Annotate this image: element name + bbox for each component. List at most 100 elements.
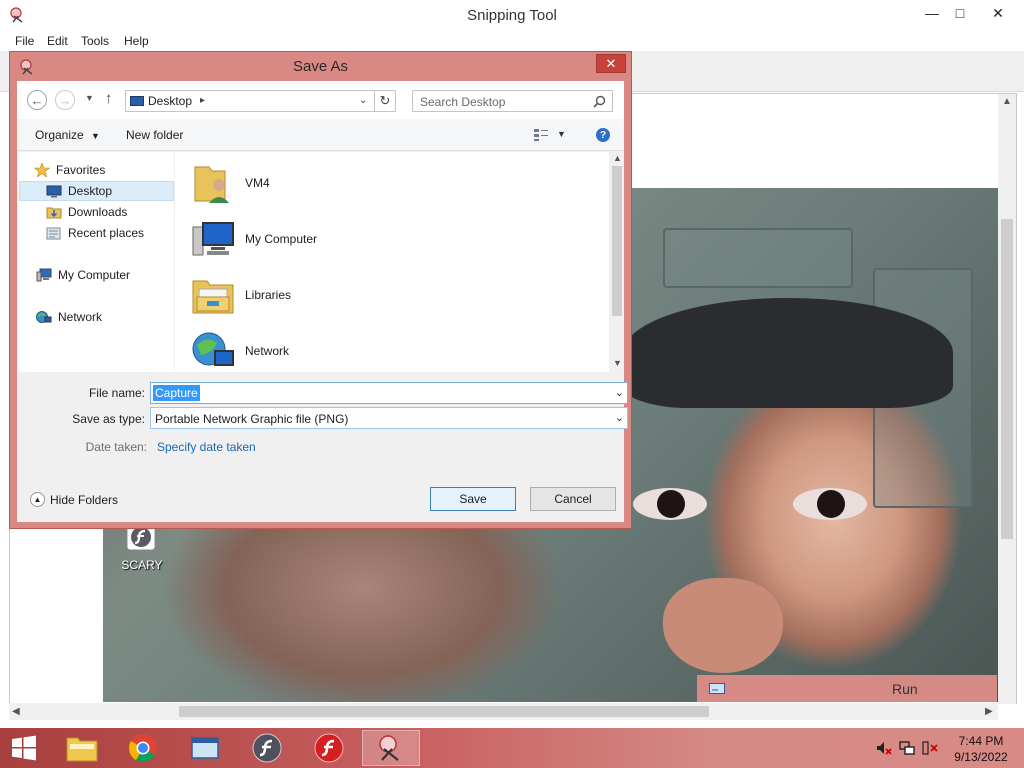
- specify-date-link[interactable]: Specify date taken: [157, 440, 256, 454]
- start-button[interactable]: [0, 730, 48, 766]
- file-list-scrollbar[interactable]: ▲ ▼: [610, 152, 624, 372]
- scroll-up-icon[interactable]: ▲: [613, 153, 622, 163]
- menu-help[interactable]: Help: [124, 34, 149, 48]
- computer-icon: [36, 268, 52, 282]
- snipping-tool-icon: [379, 735, 399, 761]
- scroll-up-icon[interactable]: ▲: [1002, 96, 1012, 107]
- chevron-up-icon: ▲: [30, 492, 45, 507]
- list-item-vm4[interactable]: VM4: [191, 158, 270, 208]
- libraries-icon: [191, 273, 235, 317]
- hair-shape: [623, 298, 953, 408]
- save-type-dropdown-icon[interactable]: ⌄: [615, 411, 624, 424]
- list-item-my-computer[interactable]: My Computer: [191, 214, 317, 264]
- minimize-icon[interactable]: —: [917, 2, 947, 24]
- search-input[interactable]: Search Desktop: [412, 90, 613, 112]
- file-list: VM4 My Computer Libraries Network: [175, 152, 609, 372]
- tree-item-network[interactable]: Network: [36, 307, 102, 327]
- file-name-field[interactable]: Capture ⌄: [150, 382, 628, 404]
- view-chevron-icon[interactable]: ▼: [557, 129, 566, 139]
- user-folder-icon: [191, 161, 235, 205]
- tree-item-my-computer[interactable]: My Computer: [36, 265, 130, 285]
- address-location[interactable]: Desktop: [148, 94, 192, 108]
- maximize-icon[interactable]: □: [945, 2, 975, 24]
- file-name-label: File name:: [88, 386, 145, 400]
- computer-icon: [191, 217, 235, 261]
- network-icon: [191, 329, 235, 372]
- arrow-right-icon: →: [58, 92, 72, 108]
- scroll-left-icon[interactable]: ◀: [12, 706, 20, 717]
- run-bar[interactable]: [697, 675, 997, 702]
- scroll-down-icon[interactable]: ▼: [613, 358, 622, 368]
- taskbar-flash-player[interactable]: [238, 730, 296, 766]
- recent-locations-chevron-icon[interactable]: ▼: [85, 93, 94, 103]
- refresh-button[interactable]: ↻: [374, 90, 396, 112]
- save-button[interactable]: Save: [430, 487, 516, 511]
- save-as-dialog: Save As ✕ ← → ▼ ↑ Desktop ▸ ⌄ ↻ Search D…: [9, 51, 632, 529]
- address-bar[interactable]: Desktop ▸ ⌄: [125, 90, 375, 112]
- horizontal-scrollbar[interactable]: ◀ ▶: [9, 703, 998, 720]
- arrow-left-icon: ←: [30, 92, 44, 108]
- vertical-scrollbar[interactable]: ▲: [998, 94, 1016, 704]
- tree-item-downloads[interactable]: Downloads: [46, 202, 127, 222]
- file-name-dropdown-icon[interactable]: ⌄: [615, 386, 624, 399]
- flash-player-icon: [252, 733, 282, 763]
- save-type-value: Portable Network Graphic file (PNG): [155, 412, 349, 426]
- tree-item-desktop[interactable]: Desktop: [19, 181, 174, 201]
- tree-label: My Computer: [58, 268, 131, 282]
- vertical-scroll-thumb[interactable]: [1001, 219, 1013, 539]
- menu-edit[interactable]: Edit: [47, 34, 68, 48]
- scroll-right-icon[interactable]: ▶: [985, 706, 993, 717]
- list-item-network[interactable]: Network: [191, 326, 289, 372]
- forward-button[interactable]: →: [55, 90, 75, 110]
- close-icon[interactable]: ✕: [983, 2, 1013, 24]
- back-button[interactable]: ←: [27, 90, 47, 110]
- file-name-value[interactable]: Capture: [153, 385, 200, 401]
- taskbar-flash[interactable]: [300, 730, 358, 766]
- recent-places-icon: [46, 226, 62, 240]
- dialog-close-button[interactable]: ✕: [596, 54, 626, 73]
- menu-file[interactable]: File: [15, 34, 34, 48]
- search-icon[interactable]: [593, 95, 606, 108]
- right-eye: [793, 488, 867, 520]
- dialog-title: Save As: [292, 58, 349, 75]
- taskbar-clock[interactable]: 7:44 PM 9/13/2022: [946, 733, 1016, 765]
- help-icon[interactable]: ?: [596, 128, 610, 142]
- item-label: Libraries: [245, 288, 292, 302]
- breadcrumb-chevron-icon[interactable]: ▸: [200, 95, 205, 106]
- new-folder-button[interactable]: New folder: [126, 128, 183, 142]
- taskbar-run-window[interactable]: [176, 730, 234, 766]
- item-label: My Computer: [245, 232, 318, 246]
- hide-folders-label: Hide Folders: [50, 492, 119, 507]
- organize-button[interactable]: Organize ▼: [35, 128, 100, 142]
- taskbar-snipping-tool[interactable]: [362, 730, 420, 766]
- taskbar: 7:44 PM 9/13/2022: [0, 728, 1024, 768]
- tree-label: Network: [58, 310, 103, 324]
- clock-date: 9/13/2022: [954, 750, 1008, 764]
- folder-icon: [66, 737, 98, 762]
- view-options-icon[interactable]: [533, 128, 549, 142]
- date-taken-label: Date taken:: [85, 440, 147, 454]
- tree-item-recent-places[interactable]: Recent places: [46, 223, 144, 243]
- address-dropdown-icon[interactable]: ⌄: [359, 95, 367, 106]
- taskbar-file-explorer[interactable]: [53, 730, 111, 766]
- horizontal-scroll-thumb[interactable]: [179, 706, 709, 717]
- network-status-icon[interactable]: [899, 741, 915, 755]
- left-eye: [633, 488, 707, 520]
- network-icon: [36, 310, 52, 324]
- file-list-scroll-thumb[interactable]: [612, 166, 622, 316]
- snipping-tool-titlebar: Snipping Tool — □ ✕: [0, 0, 1024, 31]
- list-item-libraries[interactable]: Libraries: [191, 270, 291, 320]
- tree-label: Downloads: [68, 205, 128, 219]
- tree-label: Desktop: [68, 184, 113, 198]
- menu-tools[interactable]: Tools: [81, 34, 109, 48]
- volume-muted-icon[interactable]: [876, 741, 892, 755]
- up-arrow-icon[interactable]: ↑: [105, 90, 113, 107]
- navigation-bar: ← → ▼ ↑ Desktop ▸ ⌄ ↻ Search Desktop: [17, 81, 624, 119]
- tree-item-favorites[interactable]: Favorites: [33, 160, 105, 180]
- flash-icon: [314, 733, 344, 763]
- taskbar-chrome[interactable]: [114, 730, 172, 766]
- save-type-select[interactable]: Portable Network Graphic file (PNG) ⌄: [150, 407, 628, 429]
- hide-folders-button[interactable]: ▲ Hide Folders: [30, 492, 118, 507]
- cancel-button[interactable]: Cancel: [530, 487, 616, 511]
- action-center-icon[interactable]: [922, 741, 938, 755]
